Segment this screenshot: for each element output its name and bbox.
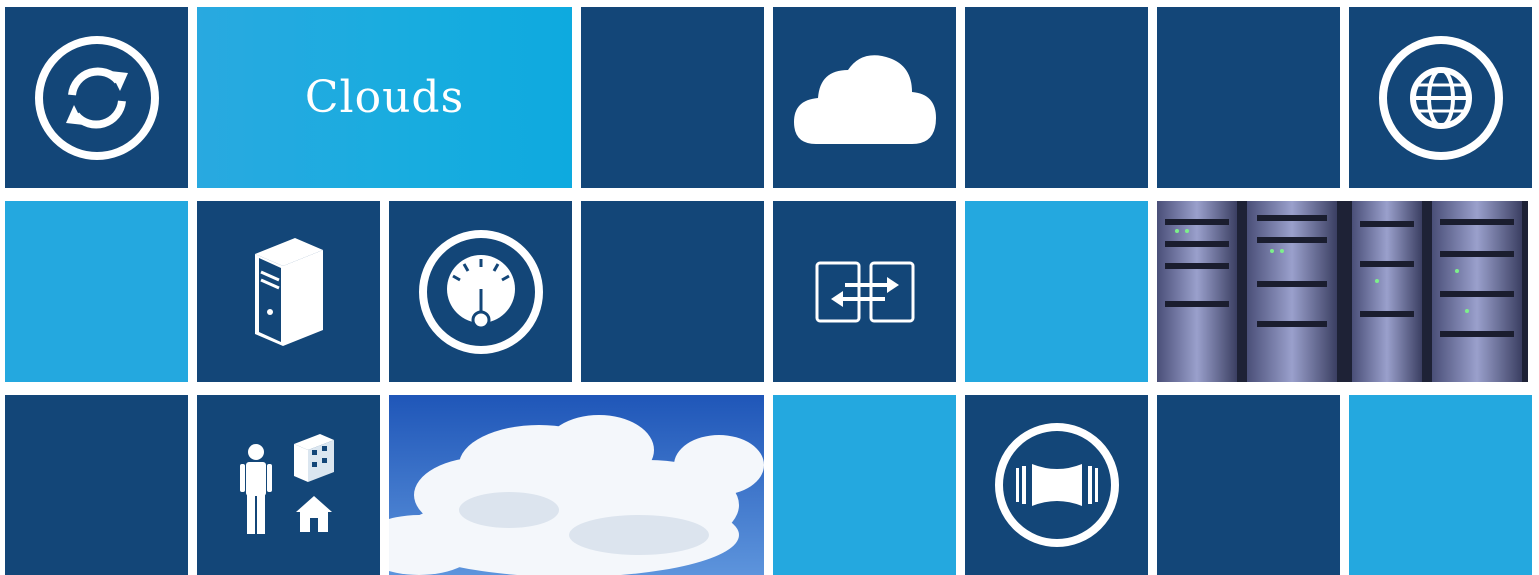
server-rack-photo <box>1157 201 1528 382</box>
tile-blank-3[interactable] <box>1157 7 1340 188</box>
tile-light-3[interactable] <box>773 395 956 575</box>
panorama-icon <box>994 423 1119 547</box>
cloud-icon <box>793 54 936 144</box>
tile-blank-5[interactable] <box>5 395 188 575</box>
tile-blank-4[interactable] <box>581 201 764 382</box>
tile-switch[interactable] <box>773 201 956 382</box>
server-icon <box>254 237 323 346</box>
gauge-icon <box>418 229 543 354</box>
tile-cloud[interactable] <box>773 7 956 188</box>
tile-panorama[interactable] <box>965 395 1148 575</box>
title-tile[interactable]: Clouds <box>197 7 572 188</box>
tile-light-1[interactable] <box>5 201 188 382</box>
tile-light-2[interactable] <box>965 201 1148 382</box>
tile-light-4[interactable] <box>1349 395 1532 575</box>
switch-icon <box>815 261 914 322</box>
title-text: Clouds <box>304 72 465 123</box>
tile-blank-6[interactable] <box>1157 395 1340 575</box>
tile-server[interactable] <box>197 201 380 382</box>
sky-clouds-photo <box>389 395 764 575</box>
tile-sync[interactable] <box>5 7 188 188</box>
globe-icon <box>1378 35 1503 160</box>
tile-gauge[interactable] <box>389 201 572 382</box>
tile-globe[interactable] <box>1349 7 1532 188</box>
tile-people-buildings[interactable] <box>197 395 380 575</box>
tile-blank-1[interactable] <box>581 7 764 188</box>
people-buildings-icon <box>239 434 334 534</box>
tile-blank-2[interactable] <box>965 7 1148 188</box>
sync-icon <box>34 35 159 160</box>
